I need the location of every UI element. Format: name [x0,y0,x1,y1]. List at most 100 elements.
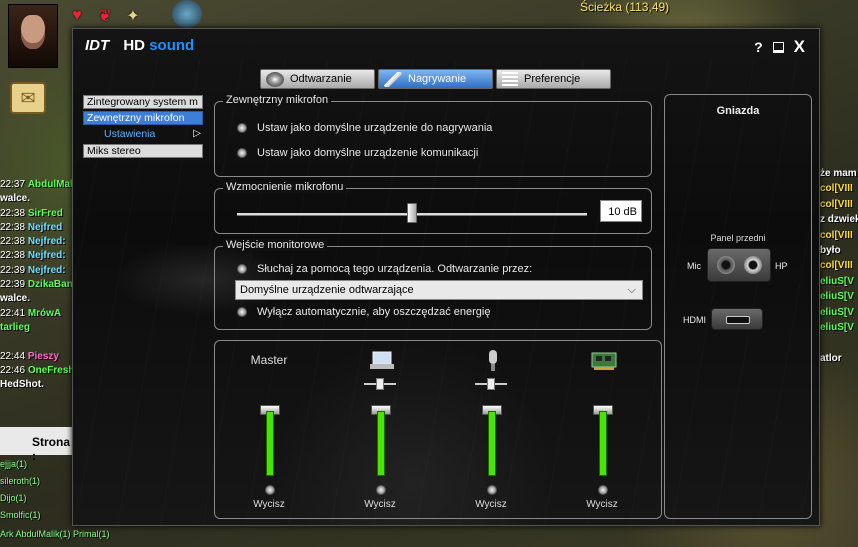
tab-label: Odtwarzanie [290,73,352,85]
radio-button[interactable] [237,307,247,317]
idt-hd-sound-window: IDT HD sound ? X Odtwarzanie Nagrywanie … [72,28,821,526]
help-button[interactable]: ? [754,39,763,55]
chat-line [820,335,858,350]
playback-device-select[interactable]: Domyślne urządzenie odtwarzające ⌵ [235,280,643,300]
chat-author[interactable]: walce. [0,293,30,304]
device-list: Zintegrowany system m Zewnętrzny mikrofo… [83,95,203,160]
mute-radio[interactable] [487,485,497,495]
mic-jack-label: Mic [687,261,701,271]
mute-radio[interactable] [598,485,608,495]
online-player[interactable]: sileroth(1) [0,473,75,490]
chat-author[interactable]: Nejfred: [28,236,66,247]
group-title: Wejście monitorowe [223,239,328,251]
tab-bar: Odtwarzanie Nagrywanie Preferencje [260,69,611,89]
character-portrait[interactable] [8,4,58,68]
master-fader[interactable] [266,411,274,476]
laptop-fader[interactable] [377,411,385,476]
minimap-icon[interactable] [172,0,202,28]
chat-author[interactable]: SirFred [28,208,63,219]
tab-label: Preferencje [524,73,581,85]
hdmi-port[interactable] [711,308,763,330]
chat-line [0,335,72,349]
option-label: Ustaw jako domyślne urządzenie komunikac… [257,147,479,159]
hp-jack-label: HP [775,261,788,271]
chat-line: col[VIII [820,183,853,195]
chat-author[interactable]: Nejfred: [28,265,66,276]
radio-button[interactable] [237,148,247,158]
online-player[interactable]: Smolfic(1) [0,507,75,524]
chat-author[interactable]: DzikaBan [28,279,72,290]
online-player[interactable]: Dijo(1) [0,490,75,507]
balance-slider[interactable] [364,378,396,390]
mic-gain-group: Wzmocnienie mikrofonu 10 dB [214,181,652,234]
scroll-status-icon[interactable]: ✦ [122,6,144,26]
device-integrated[interactable]: Zintegrowany system m [83,95,203,109]
chat-line: 22:38 Nejfred: [0,249,72,263]
option-label: Ustaw jako domyślne urządzenie do nagryw… [257,122,493,134]
chat-log: 22:37 AbdulMali walce. 22:38 SirFred 22:38 … [0,178,72,392]
channel-label: Master [250,353,288,367]
chat-author[interactable]: AbdulMali [28,179,72,190]
front-panel-jacks [707,248,771,282]
chat-author[interactable]: Pieszy [28,351,59,362]
chat-line: 22:37 AbdulMali [0,178,72,192]
gain-slider-thumb[interactable] [407,203,417,223]
tab-preferences[interactable]: Preferencje [496,69,611,89]
device-external-mic[interactable]: Zewnętrzny mikrofon [83,111,203,125]
hp-jack[interactable] [744,256,762,274]
mixer-channel-mic: Wycisz [451,341,531,510]
window-controls: ? X [754,37,805,57]
radio-button[interactable] [237,123,247,133]
mic-fader[interactable] [488,411,496,476]
settings-label: Ustawienia [104,128,156,140]
chat-author[interactable]: Nejfred: [28,250,66,261]
status-icons: ♥ ❦ ✦ [66,6,144,26]
heart-icon[interactable]: ♥ [66,6,88,26]
chat-time: 22:46 [0,364,26,376]
gain-value-field[interactable]: 10 dB [600,200,642,222]
card-fader[interactable] [599,411,607,476]
chat-line: że mam [820,168,857,179]
chat-line: eliuS[V [820,275,854,287]
device-settings-link[interactable]: Ustawienia ▷ [83,127,203,142]
chat-time: 22:39 [0,279,26,291]
mixer-group: Master Wycisz Wycisz Wycisz Wycisz [214,340,662,519]
close-button[interactable]: X [794,37,805,57]
mic-jack[interactable] [717,256,735,274]
chat-author[interactable]: OneFresh [28,365,72,376]
chat-line: eliuS[V [820,321,854,333]
title-bar[interactable]: IDT HD sound ? X [73,29,819,59]
power-save-option[interactable]: Wyłącz automatycznie, aby oszczędzać ene… [237,306,490,318]
listen-through-device[interactable]: Słuchaj za pomocą tego urządzenia. Odtwa… [237,263,532,275]
chat-time: 22:37 [0,179,26,190]
set-default-communication[interactable]: Ustaw jako domyślne urządzenie komunikac… [237,147,478,159]
chat-author[interactable]: walce. [0,193,30,204]
tab-recording[interactable]: Nagrywanie [378,69,493,89]
minimize-button[interactable] [772,41,784,53]
tab-playback[interactable]: Odtwarzanie [260,69,375,89]
quest-scroll-icon[interactable]: ✉ [10,82,46,114]
tab-label: Nagrywanie [408,73,467,85]
online-list-footer: Ark AbdulMalik(1) Primal(1) [0,529,110,539]
chat-time: 22:38 [0,236,26,248]
chat-author[interactable]: Nejfred [28,222,62,233]
chat-author[interactable]: tarlieg [0,322,30,333]
logo-sound: sound [149,37,195,54]
radio-button[interactable] [237,264,247,274]
chat-author[interactable]: HedShot. [0,379,44,390]
set-default-recording[interactable]: Ustaw jako domyślne urządzenie do nagryw… [237,122,492,134]
mute-radio[interactable] [265,485,275,495]
device-stereo-mix[interactable]: Miks stereo [83,144,203,158]
hearts-icon[interactable]: ❦ [94,6,116,26]
chat-line: walce. [0,192,72,206]
mute-radio[interactable] [376,485,386,495]
chat-line: 22:44 Pieszy [0,350,72,364]
chat-line: 22:41 MrówA [0,307,72,321]
chat-line: było [820,244,841,256]
option-label: Słuchaj za pomocą tego urządzenia. Odtwa… [257,263,533,275]
balance-slider[interactable] [475,378,507,390]
chat-line: z dzwiek [820,214,858,226]
chat-author[interactable]: MrówA [28,308,61,319]
microphone-icon [384,71,402,87]
online-player[interactable]: ejjja(1) [0,456,75,473]
